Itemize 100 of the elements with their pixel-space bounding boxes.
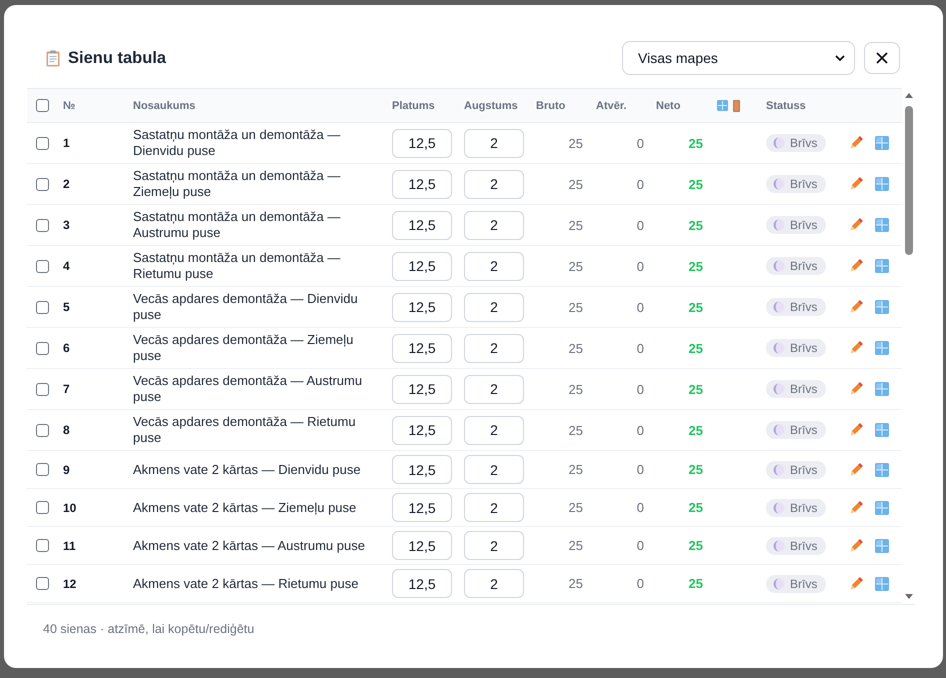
height-input[interactable]: 2 <box>464 569 524 598</box>
moon-icon <box>773 219 785 231</box>
pencil-icon <box>848 176 864 192</box>
width-input[interactable]: 12,5 <box>392 128 452 158</box>
row-checkbox[interactable] <box>36 501 49 514</box>
row-number: 9 <box>63 462 70 476</box>
height-input[interactable]: 2 <box>464 252 524 280</box>
width-input[interactable]: 12,5 <box>392 374 452 404</box>
width-input[interactable]: 12,5 <box>392 493 452 522</box>
edit-button[interactable] <box>848 340 864 356</box>
wall-name: Sastatņu montāža un demontāža — Austrumu puse <box>133 209 342 241</box>
status-label: Brīvs <box>790 500 818 514</box>
status-label: Brīvs <box>790 423 818 437</box>
height-input[interactable]: 2 <box>464 170 524 198</box>
window-icon <box>717 100 728 111</box>
window-button[interactable] <box>875 576 889 590</box>
window-button[interactable] <box>875 538 889 552</box>
edit-button[interactable] <box>848 176 864 192</box>
pencil-icon <box>848 500 864 516</box>
width-input[interactable]: 12,5 <box>392 252 452 280</box>
net-area: 25 <box>688 176 703 192</box>
edit-button[interactable] <box>848 576 864 592</box>
height-input[interactable]: 2 <box>464 210 524 240</box>
select-all-checkbox[interactable] <box>36 99 49 112</box>
window-button[interactable] <box>875 500 889 514</box>
row-checkbox[interactable] <box>36 300 49 314</box>
status-label: Brīvs <box>790 538 818 552</box>
row-checkbox[interactable] <box>36 577 49 590</box>
status-label: Brīvs <box>790 382 818 396</box>
net-area: 25 <box>688 340 703 356</box>
moon-icon <box>773 502 785 514</box>
close-button[interactable] <box>864 42 900 74</box>
scroll-up-icon[interactable] <box>904 93 912 98</box>
edit-button[interactable] <box>848 217 864 233</box>
edit-button[interactable] <box>848 538 864 554</box>
openings-area: 0 <box>636 382 644 396</box>
width-input[interactable]: 12,5 <box>392 292 452 322</box>
width-input[interactable]: 12,5 <box>392 531 452 560</box>
window-icon <box>875 423 889 437</box>
edit-button[interactable] <box>848 299 864 315</box>
row-checkbox[interactable] <box>36 539 49 552</box>
height-input[interactable]: 2 <box>464 416 524 444</box>
gross-area: 25 <box>568 176 583 192</box>
footer-hint: 40 sienas · atzīmē, lai kopētu/rediģētu <box>43 622 254 636</box>
row-number: 4 <box>63 259 70 273</box>
edit-button[interactable] <box>848 462 864 478</box>
gross-area: 25 <box>568 340 583 356</box>
status-label: Brīvs <box>790 576 818 590</box>
width-input[interactable]: 12,5 <box>392 334 452 362</box>
width-input[interactable]: 12,5 <box>392 416 452 444</box>
row-checkbox[interactable] <box>36 382 49 396</box>
moon-icon <box>773 464 785 476</box>
pencil-icon <box>848 299 864 315</box>
moon-icon <box>773 260 785 272</box>
width-input[interactable]: 12,5 <box>392 210 452 240</box>
row-checkbox[interactable] <box>36 463 49 476</box>
wall-name: Vecās apdares demontāža — Dienvidu puse <box>133 291 359 323</box>
window-icon <box>875 576 889 590</box>
row-checkbox[interactable] <box>36 424 49 436</box>
status-label: Brīvs <box>790 136 818 150</box>
width-input[interactable]: 12,5 <box>392 569 452 598</box>
width-input[interactable]: 12,5 <box>392 170 452 198</box>
column-header: Atvēr. <box>596 100 627 112</box>
net-area: 25 <box>688 462 703 477</box>
height-input[interactable]: 2 <box>464 128 524 158</box>
net-area: 25 <box>688 538 703 553</box>
openings-area: 0 <box>636 500 644 515</box>
height-input[interactable]: 2 <box>464 531 524 560</box>
net-area: 25 <box>688 136 703 150</box>
openings-area: 0 <box>636 340 644 356</box>
window-icon <box>875 300 889 314</box>
width-input[interactable]: 12,5 <box>392 455 452 484</box>
height-input[interactable]: 2 <box>464 292 524 322</box>
edit-button[interactable] <box>848 381 864 397</box>
edit-button[interactable] <box>848 135 864 151</box>
scroll-down-icon[interactable] <box>904 594 912 599</box>
height-input[interactable]: 2 <box>464 493 524 522</box>
row-checkbox[interactable] <box>36 136 49 150</box>
edit-button[interactable] <box>848 422 864 438</box>
row-number: 12 <box>63 576 76 590</box>
wall-name: Vecās apdares demontāža — Rietumu puse <box>133 414 357 446</box>
folder-select[interactable]: Visas mapes <box>622 41 855 75</box>
edit-button[interactable] <box>848 500 864 516</box>
height-input[interactable]: 2 <box>464 334 524 362</box>
row-checkbox[interactable] <box>36 218 49 232</box>
openings-area: 0 <box>636 462 644 477</box>
row-checkbox[interactable] <box>36 260 49 272</box>
edit-button[interactable] <box>848 258 864 274</box>
row-checkbox[interactable] <box>36 342 49 354</box>
net-area: 25 <box>688 500 703 515</box>
scrollbar-thumb[interactable] <box>904 106 912 255</box>
openings-area: 0 <box>636 258 644 274</box>
row-number: 5 <box>63 300 70 314</box>
height-input[interactable]: 2 <box>464 455 524 484</box>
height-input[interactable]: 2 <box>464 374 524 404</box>
pencil-icon <box>848 258 864 274</box>
window-button[interactable] <box>875 462 889 476</box>
gross-area: 25 <box>568 462 583 477</box>
pencil-icon <box>848 135 864 151</box>
row-checkbox[interactable] <box>36 178 49 190</box>
